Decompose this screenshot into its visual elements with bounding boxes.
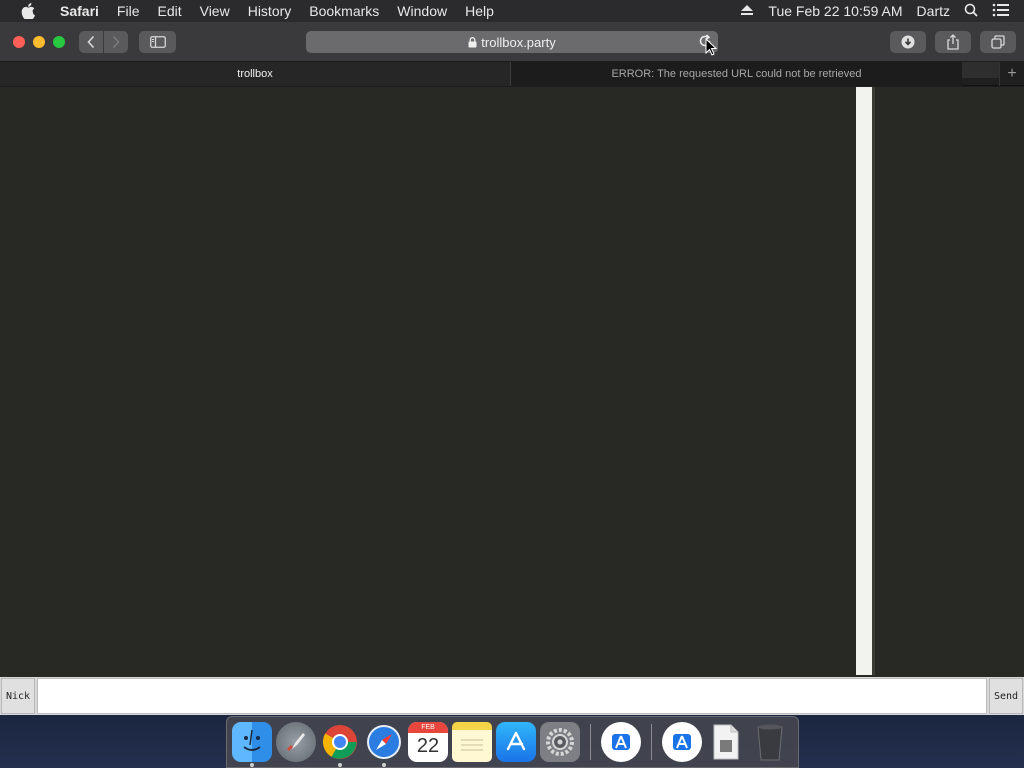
xcode-installer-icon[interactable] [601, 722, 641, 762]
eject-icon[interactable] [740, 3, 754, 19]
download-icon [901, 35, 915, 49]
menubar: Safari File Edit View History Bookmarks … [0, 0, 1024, 22]
notification-center-icon[interactable] [992, 3, 1010, 20]
menu-file[interactable]: File [108, 0, 149, 22]
chrome-icon[interactable] [320, 722, 360, 767]
address-bar-url: trollbox.party [481, 34, 556, 50]
tab-placeholder [962, 62, 999, 78]
window-close-button[interactable] [13, 36, 25, 48]
calendar-icon[interactable]: FEB 22 [408, 722, 448, 762]
menubar-user[interactable]: Dartz [917, 3, 950, 19]
address-bar[interactable]: trollbox.party [306, 31, 718, 53]
share-button[interactable] [935, 31, 971, 53]
lock-icon [468, 36, 477, 48]
sidebar-toggle-button[interactable] [139, 31, 176, 53]
finder-icon[interactable] [232, 722, 272, 767]
launchpad-icon[interactable] [276, 722, 316, 762]
chat-messages-area [0, 87, 856, 675]
spotlight-search-icon[interactable] [964, 3, 978, 20]
tab-bar: trollbox ERROR: The requested URL could … [0, 62, 1024, 86]
menu-help[interactable]: Help [456, 0, 503, 22]
send-button[interactable]: Send [989, 678, 1023, 714]
running-indicator [382, 763, 386, 767]
mouse-cursor-icon [705, 37, 718, 61]
tab-overview-button[interactable] [980, 31, 1016, 53]
tab-trollbox[interactable]: trollbox [0, 62, 511, 86]
trash-icon[interactable] [750, 722, 790, 762]
chat-input-bar: Nick Send [0, 677, 1024, 715]
nick-button[interactable]: Nick [1, 678, 35, 714]
safari-icon[interactable] [364, 722, 404, 767]
browser-toolbar: trollbox.party [0, 22, 1024, 62]
new-tab-button[interactable]: + [999, 62, 1024, 86]
menu-window[interactable]: Window [388, 0, 456, 22]
tab-label: ERROR: The requested URL could not be re… [611, 68, 862, 80]
chat-divider [856, 87, 872, 675]
window-minimize-button[interactable] [33, 36, 45, 48]
window-fullscreen-button[interactable] [53, 36, 65, 48]
tabs-icon [991, 35, 1005, 49]
downloads-button[interactable] [890, 31, 926, 53]
chevron-right-icon [112, 35, 120, 49]
user-list-panel [875, 87, 1024, 675]
menu-history[interactable]: History [239, 0, 301, 22]
running-indicator [338, 763, 342, 767]
message-input[interactable] [37, 678, 987, 714]
plus-icon: + [1007, 65, 1017, 82]
web-page [0, 87, 1024, 677]
menu-app-name[interactable]: Safari [51, 0, 108, 22]
notes-icon[interactable] [452, 722, 492, 762]
dock-separator [651, 724, 652, 760]
calendar-month: FEB [408, 722, 448, 733]
menu-edit[interactable]: Edit [148, 0, 190, 22]
menu-view[interactable]: View [191, 0, 239, 22]
menubar-clock[interactable]: Tue Feb 22 10:59 AM [768, 3, 902, 19]
system-preferences-icon[interactable] [540, 722, 580, 762]
menu-bookmarks[interactable]: Bookmarks [300, 0, 388, 22]
sidebar-icon [149, 36, 166, 48]
file-icon[interactable] [706, 722, 746, 762]
share-icon [947, 34, 959, 50]
back-button[interactable] [79, 31, 103, 53]
dock-separator [590, 724, 591, 760]
forward-button[interactable] [104, 31, 128, 53]
calendar-day: 22 [416, 735, 440, 757]
tab-error[interactable]: ERROR: The requested URL could not be re… [511, 62, 962, 86]
xcode-installer-2-icon[interactable] [662, 722, 702, 762]
tab-label: trollbox [237, 68, 273, 80]
running-indicator [250, 763, 254, 767]
dock: FEB 22 [226, 716, 799, 768]
app-store-icon[interactable] [496, 722, 536, 762]
apple-menu-icon[interactable] [17, 0, 39, 22]
chevron-left-icon [87, 35, 95, 49]
